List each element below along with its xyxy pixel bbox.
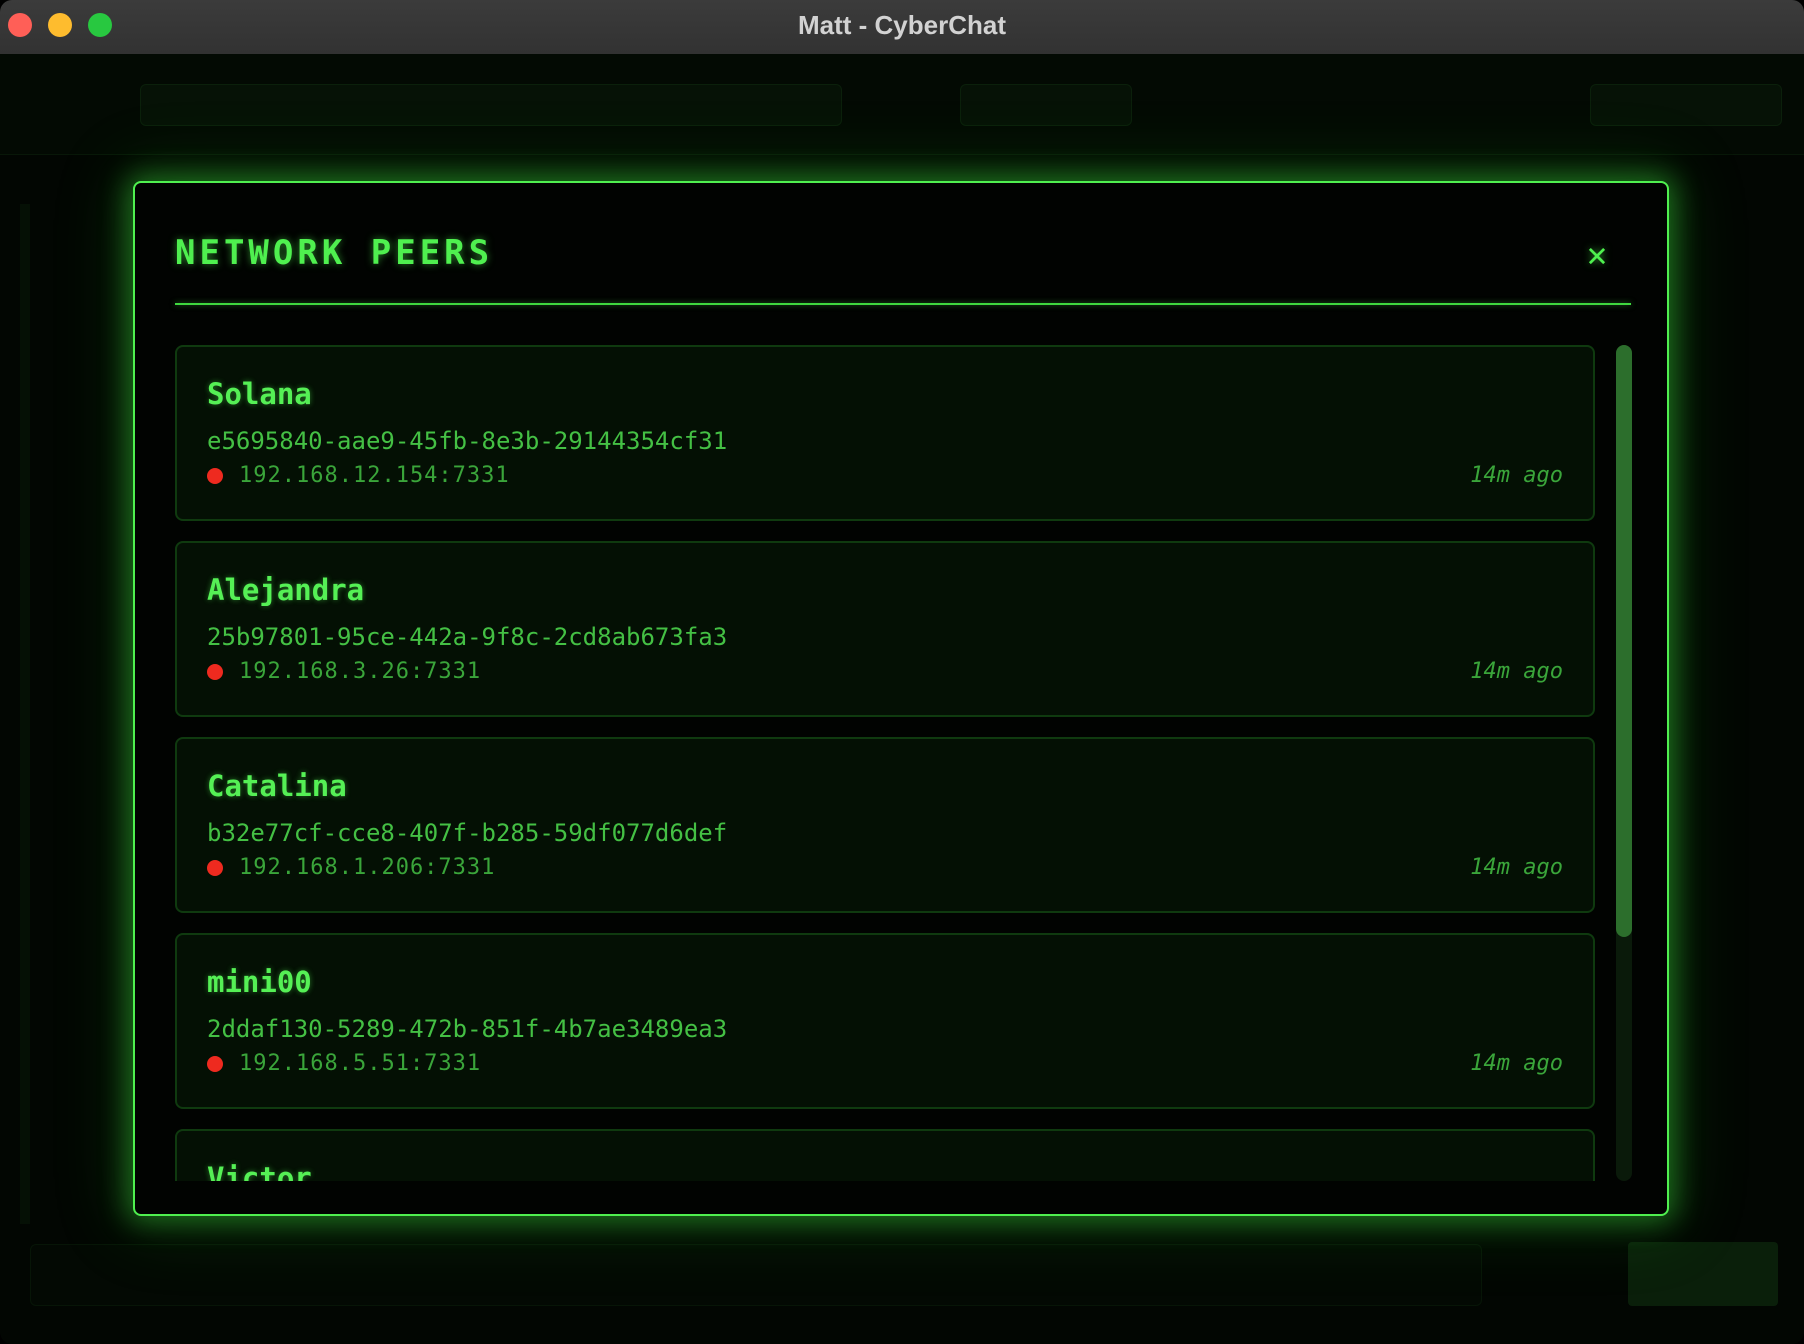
peer-card[interactable]: mini00 2ddaf130-5289-472b-851f-4b7ae3489… [175,933,1595,1109]
status-dot-icon [207,468,223,484]
peer-last-seen: 14m ago [1470,1051,1563,1076]
peer-last-seen: 14m ago [1470,463,1563,488]
peer-name: Victor [207,1161,312,1181]
peer-id: b32e77cf-cce8-407f-b285-59df077d6def [207,819,728,847]
send-button-dimmed [1628,1242,1778,1306]
peer-address: 192.168.12.154:7331 [239,463,510,488]
peer-id: 2ddaf130-5289-472b-851f-4b7ae3489ea3 [207,1015,728,1043]
peer-card[interactable]: Catalina b32e77cf-cce8-407f-b285-59df077… [175,737,1595,913]
app-window: Matt - CyberChat NETWORK PEERS ✕ Solana … [0,0,1804,1344]
sidebar-dimmed [20,204,30,1224]
peer-name: Solana [207,377,312,411]
message-input-dimmed [30,1244,1482,1306]
peer-list-scrollbar[interactable] [1616,345,1632,1181]
peer-last-seen: 14m ago [1470,659,1563,684]
peer-list[interactable]: Solana e5695840-aae9-45fb-8e3b-29144354c… [175,345,1595,1181]
toolbar-ghost [140,84,842,126]
peer-name: Alejandra [207,573,365,607]
peer-card[interactable]: Solana e5695840-aae9-45fb-8e3b-29144354c… [175,345,1595,521]
modal-divider [175,303,1631,305]
peer-address: 192.168.3.26:7331 [239,659,482,684]
modal-title: NETWORK PEERS [175,233,494,273]
peer-address: 192.168.1.206:7331 [239,855,496,880]
peer-card[interactable]: Victor [175,1129,1595,1181]
peer-last-seen: 14m ago [1470,855,1563,880]
close-icon[interactable]: ✕ [1577,235,1617,275]
status-dot-icon [207,1056,223,1072]
status-dot-icon [207,664,223,680]
window-title: Matt - CyberChat [797,10,1006,40]
peer-name: mini00 [207,965,312,999]
peer-address: 192.168.5.51:7331 [239,1051,482,1076]
scrollbar-thumb[interactable] [1616,345,1632,937]
peer-id: e5695840-aae9-45fb-8e3b-29144354cf31 [207,427,728,455]
app-toolbar-dimmed [0,54,1804,155]
network-peers-modal: NETWORK PEERS ✕ Solana e5695840-aae9-45f… [133,181,1669,1216]
status-dot-icon [207,860,223,876]
peer-id: 25b97801-95ce-442a-9f8c-2cd8ab673fa3 [207,623,728,651]
peer-name: Catalina [207,769,347,803]
peer-card[interactable]: Alejandra 25b97801-95ce-442a-9f8c-2cd8ab… [175,541,1595,717]
toolbar-ghost [1590,84,1782,126]
toolbar-ghost [960,84,1132,126]
title-bar: Matt - CyberChat [0,0,1804,55]
